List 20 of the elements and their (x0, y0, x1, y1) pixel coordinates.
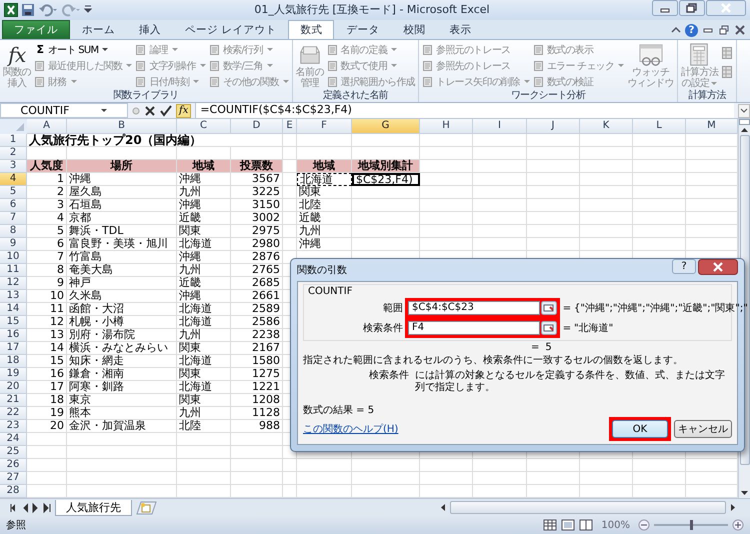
formula-result: 数式の結果 = 5 (303, 404, 376, 417)
argument-label: 範囲 (382, 302, 403, 315)
function-name: COUNTIF (308, 286, 354, 298)
equals-sign: = (562, 302, 572, 314)
group-label: 計算方法 (687, 89, 728, 102)
equals-sign: = (531, 341, 540, 354)
status-text: 参照 (6, 518, 26, 532)
argument-description: には計算の対象となるセルを定義する条件を、数値、式、または文字列で指定します。 (415, 370, 726, 394)
equals-sign: = (562, 322, 572, 334)
group-label: ワークシート分析 (510, 89, 587, 102)
argument-name: 検索条件 (368, 370, 409, 383)
group-label: 定義された名前 (322, 89, 389, 102)
argument-value: "北海道" (574, 322, 614, 335)
result-value: 5 (545, 341, 552, 354)
argument-label: 検索条件 (362, 322, 403, 335)
function-description: 指定された範囲に含まれるセルのうち、検索条件に一致するセルの個数を返します。 (303, 354, 684, 367)
window-title: 01_人気旅行先 [互換モード] - Microsoft Excel (253, 2, 491, 18)
dialog-title: 関数の引数 (297, 264, 347, 277)
group-label: 関数ライブラリ (112, 89, 180, 102)
argument-value: {"沖縄";"沖縄";"沖縄";"近畿";"関東";" (574, 302, 748, 315)
